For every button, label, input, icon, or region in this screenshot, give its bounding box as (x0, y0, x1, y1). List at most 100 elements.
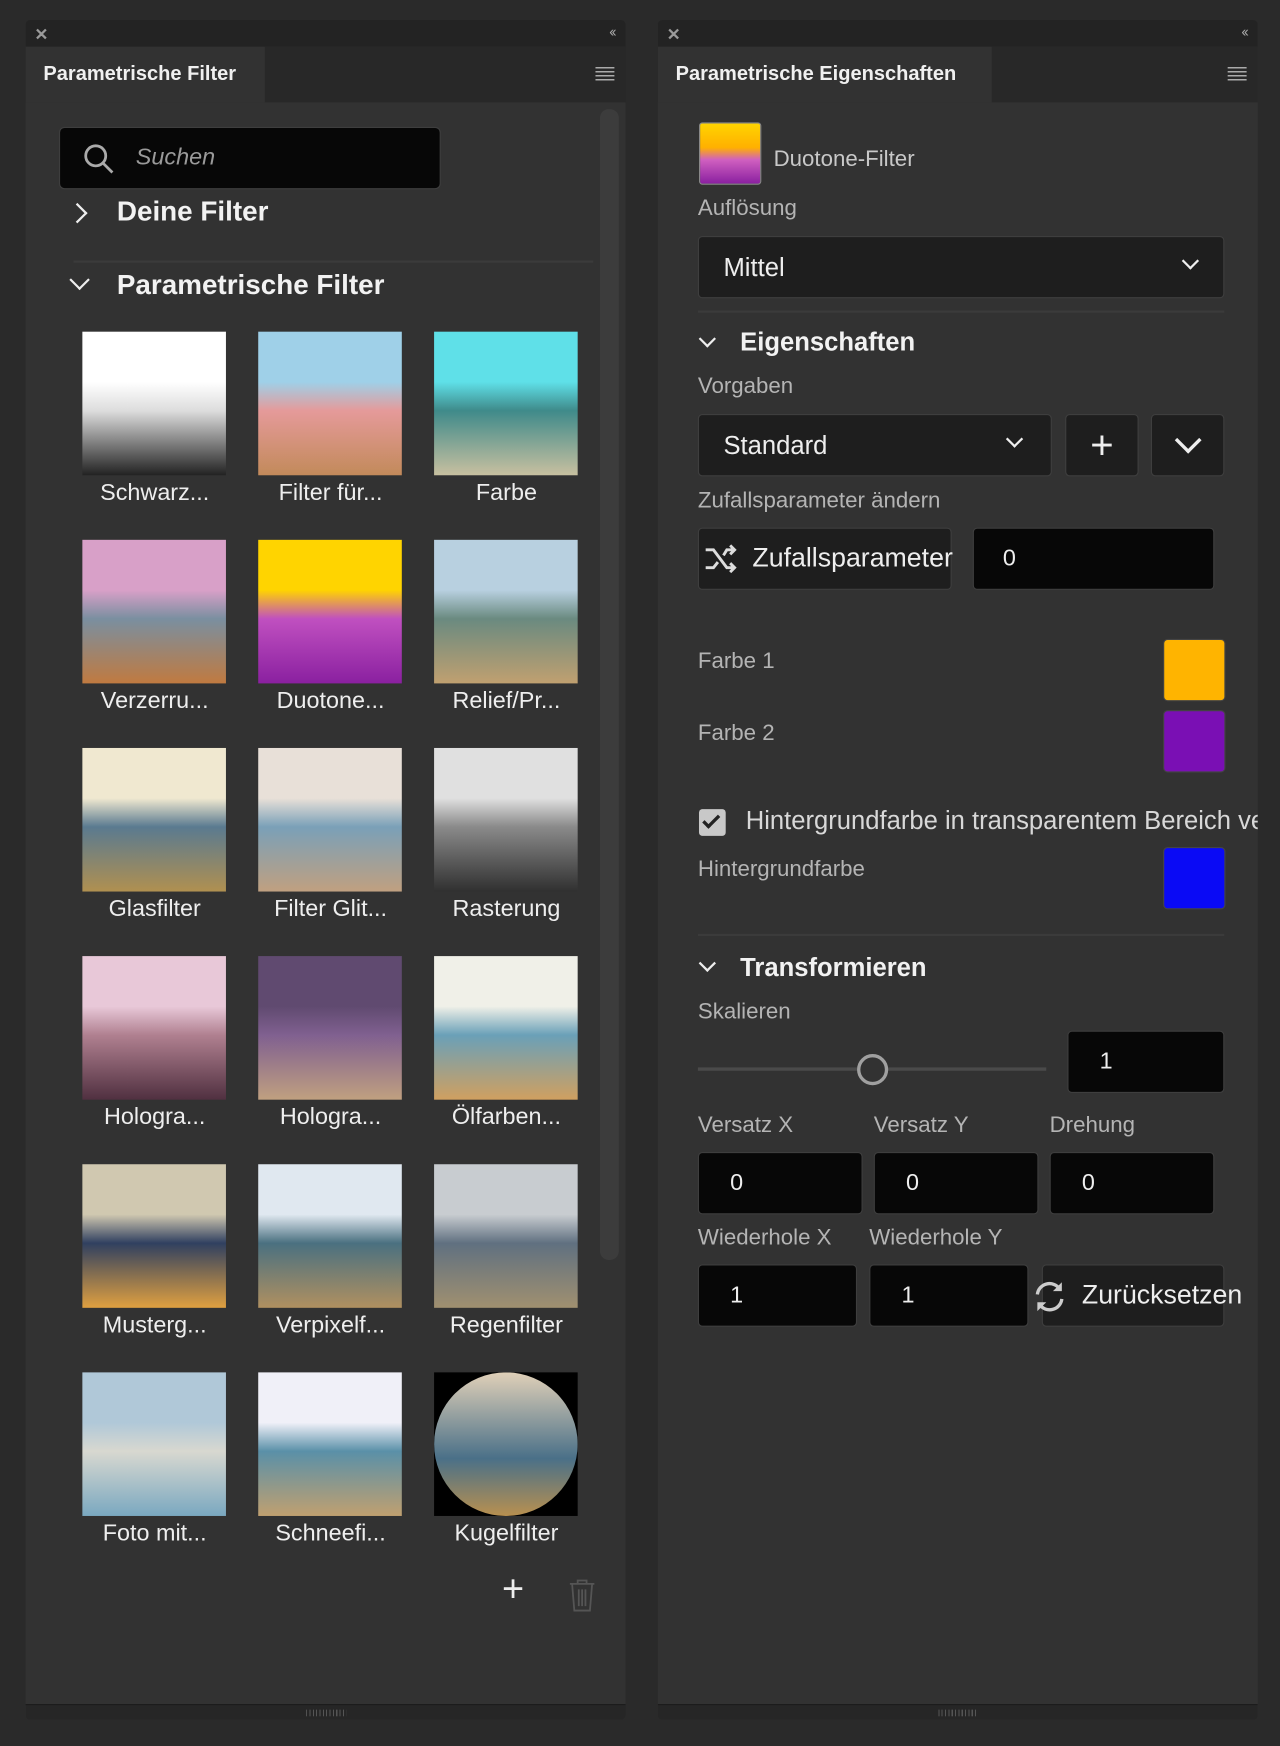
offset-y-input[interactable]: 0 (873, 1151, 1039, 1215)
filter-label: Filter für... (278, 479, 383, 506)
chevron-down-icon[interactable] (69, 269, 90, 291)
repeat-y-label: Wiederhole Y (869, 1225, 1003, 1250)
filter-thumbnail[interactable] (434, 331, 578, 476)
chevron-down-icon (1005, 430, 1024, 448)
trash-icon[interactable] (569, 1578, 596, 1612)
refresh-icon (1035, 1281, 1064, 1312)
checkmark-icon (702, 810, 721, 829)
filter-thumbnail[interactable] (434, 747, 578, 892)
filter-thumbnail[interactable] (258, 1164, 402, 1308)
close-icon[interactable]: ✕ (35, 24, 49, 45)
panel-resize-bar[interactable] (25, 1704, 626, 1720)
filter-label: Regenfilter (449, 1312, 563, 1338)
color1-label: Farbe 1 (697, 648, 775, 674)
offset-x-value: 0 (730, 1169, 744, 1196)
offset-x-input[interactable]: 0 (697, 1151, 863, 1215)
filter-thumbnail[interactable] (434, 1372, 578, 1516)
collapse-icon[interactable]: ‹‹ (609, 23, 616, 40)
repeat-y-input[interactable]: 1 (869, 1264, 1029, 1327)
filter-label: Hologra... (104, 1104, 206, 1130)
panel-menu-icon[interactable] (1227, 66, 1247, 82)
color1-swatch[interactable] (1163, 638, 1226, 702)
background-color-swatch[interactable] (1163, 847, 1226, 910)
filter-label: Foto mit... (102, 1520, 207, 1547)
divider (697, 310, 1225, 313)
filter-thumbnail[interactable] (82, 331, 226, 476)
chevron-down-icon[interactable] (698, 330, 716, 348)
filter-thumbnail[interactable] (434, 1164, 578, 1308)
plus-icon: + (1090, 421, 1114, 468)
repeat-x-input[interactable]: 1 (697, 1264, 858, 1327)
presets-label: Vorgaben (697, 373, 794, 399)
filter-thumbnail[interactable] (82, 1164, 226, 1308)
filter-label: Filter Glit... (274, 895, 388, 922)
properties-header[interactable]: Eigenschaften (740, 327, 915, 357)
random-seed-value: 0 (1002, 545, 1016, 571)
filter-label: Kugelfilter (454, 1520, 559, 1547)
rotation-label: Drehung (1049, 1113, 1135, 1138)
offset-y-value: 0 (906, 1169, 920, 1196)
filter-thumbnail[interactable] (434, 539, 578, 684)
filter-thumbnail[interactable] (258, 331, 402, 476)
filter-thumbnail[interactable] (258, 539, 402, 684)
add-icon[interactable]: + (502, 1570, 524, 1608)
grip-icon[interactable] (937, 1709, 978, 1717)
filter-thumbnail[interactable] (258, 956, 402, 1100)
search-input[interactable]: Suchen (58, 126, 441, 190)
filter-thumbnail[interactable] (258, 1372, 402, 1516)
grip-icon[interactable] (305, 1709, 346, 1717)
color2-swatch[interactable] (1163, 710, 1226, 773)
resolution-label: Auflösung (697, 195, 797, 221)
sphere-preview (434, 1372, 578, 1516)
rotation-input[interactable]: 0 (1049, 1151, 1215, 1215)
filter-label: Hologra... (279, 1104, 382, 1130)
filter-label: Schwarz... (100, 479, 210, 506)
scale-slider-thumb[interactable] (856, 1054, 888, 1086)
collapse-icon[interactable]: ‹‹ (1241, 23, 1248, 40)
chevron-down-icon (1174, 426, 1201, 454)
filter-thumbnail[interactable] (82, 539, 226, 684)
search-icon (84, 144, 114, 174)
transform-header[interactable]: Transformieren (740, 953, 926, 983)
panel-menu-icon[interactable] (595, 66, 615, 82)
repeat-x-label: Wiederhole X (697, 1225, 832, 1250)
add-preset-button[interactable]: + (1065, 414, 1139, 477)
preset-menu-button[interactable] (1150, 414, 1225, 477)
chevron-down-icon[interactable] (698, 954, 716, 972)
randomize-label: Zufallsparameter (752, 543, 953, 574)
filter-label: Glasfilter (108, 895, 201, 922)
filter-thumbnail[interactable] (82, 747, 226, 892)
filter-label: Ölfarben... (451, 1104, 562, 1130)
filter-thumbnail[interactable] (258, 747, 402, 892)
random-label: Zufallsparameter ändern (697, 488, 941, 514)
background-checkbox-label[interactable]: Hintergrundfarbe in transparentem Bereic… (746, 806, 1258, 836)
filter-label: Duotone... (276, 687, 385, 714)
presets-dropdown[interactable]: Standard (697, 414, 1052, 477)
filter-label: Verpixelf... (275, 1312, 386, 1338)
panel-resize-bar[interactable] (657, 1704, 1258, 1720)
randomize-button[interactable]: Zufallsparameter (697, 527, 953, 590)
filter-thumbnail[interactable] (434, 956, 578, 1100)
resolution-dropdown[interactable]: Mittel (697, 235, 1225, 299)
background-checkbox[interactable] (698, 809, 726, 836)
reset-label: Zurücksetzen (1081, 1279, 1243, 1311)
reset-button[interactable]: Zurücksetzen (1035, 1264, 1242, 1327)
section-title: Deine Filter (116, 195, 269, 228)
filter-label: Schneefi... (275, 1520, 386, 1547)
close-icon[interactable]: ✕ (667, 24, 681, 45)
rotation-value: 0 (1081, 1169, 1095, 1196)
filter-thumbnail[interactable] (82, 1372, 226, 1516)
scale-input[interactable]: 1 (1067, 1030, 1225, 1094)
parametric-properties-panel: ✕ ‹‹ Parametrische Eigenschaften Duotone… (657, 20, 1258, 1720)
filter-label: Verzerru... (100, 687, 209, 714)
tab-parametric-filters[interactable]: Parametrische Filter (25, 46, 265, 103)
filter-label: Musterg... (102, 1312, 207, 1338)
filter-thumbnail[interactable] (82, 956, 226, 1100)
chevron-right-icon[interactable] (67, 202, 88, 224)
random-seed-input[interactable]: 0 (972, 527, 1215, 590)
scrollbar[interactable] (599, 109, 619, 1260)
tab-parametric-properties[interactable]: Parametrische Eigenschaften (657, 46, 992, 103)
background-color-label: Hintergrundfarbe (697, 857, 865, 882)
resolution-value: Mittel (723, 252, 785, 282)
repeat-y-value: 1 (901, 1282, 915, 1308)
